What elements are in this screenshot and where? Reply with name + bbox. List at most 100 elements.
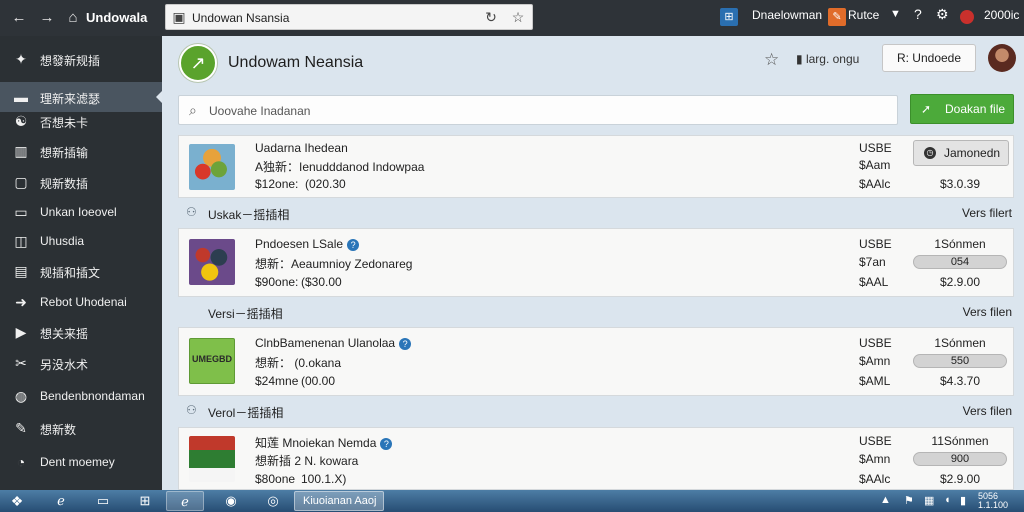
chevron-down-icon[interactable]: ▼ — [890, 8, 901, 20]
sidebar-item-13[interactable]: ◔ Dent moemey — [0, 447, 162, 477]
forward-icon[interactable]: → — [38, 9, 56, 27]
sidebar-label-7: 规插和插文 — [40, 266, 101, 280]
sidebar-item-6[interactable]: ◫ Uhusdia — [0, 226, 162, 256]
search-input[interactable]: ⌕ Uoovahe Inadanan — [178, 95, 898, 125]
item-total: $2.9.00 — [939, 275, 981, 289]
bookmark-star-icon[interactable]: ☆ — [509, 8, 527, 26]
list-item[interactable]: Uadarna Ihedean A独新：Ienudddanod Indowpaa… — [178, 135, 1014, 198]
item-stat-label: 11Sónmen — [931, 434, 989, 448]
item-quantity-pill[interactable]: 054 — [913, 255, 1007, 269]
item-meta-3: $AAlc — [859, 177, 891, 191]
item-price-value: (00.00 — [301, 374, 336, 388]
tray-power-icon[interactable]: ▮ — [960, 494, 966, 507]
reload-icon[interactable]: ↻ — [482, 8, 500, 26]
notification-icon[interactable] — [960, 10, 974, 24]
item-title-row: Pndoesen LSale? — [255, 237, 360, 251]
sidebar-label-13: Dent moemey — [40, 455, 115, 469]
help-icon[interactable]: ? — [914, 6, 922, 22]
item-meta-1: USBE — [859, 434, 892, 448]
item-quantity-pill[interactable]: 900 — [913, 452, 1007, 466]
favorite-star-icon[interactable]: ☆ — [764, 50, 779, 70]
section-link[interactable]: Vers filert — [962, 206, 1012, 220]
sidebar-item-5[interactable]: ▭ Unkan Ioeovel — [0, 197, 162, 227]
primary-action-label: Doakan file — [945, 102, 1006, 116]
tray-arrow-icon[interactable]: ▲ — [880, 494, 891, 506]
top-link-1[interactable]: Dnaelowman — [752, 8, 822, 22]
top-link-2[interactable]: Rutce — [848, 8, 879, 22]
home-icon[interactable]: ⌂ — [64, 9, 82, 27]
sidebar-item-11[interactable]: ◍ Bendenbnondaman — [0, 381, 162, 411]
main-content: ↗ Undowam Neansia ☆ ▮ larg. ongu R: Undo… — [162, 36, 1024, 490]
section-link[interactable]: Vers filen — [963, 305, 1012, 319]
avatar[interactable] — [988, 44, 1016, 72]
tray-flag-icon[interactable]: ⚑ — [904, 494, 914, 507]
info-icon[interactable]: ? — [399, 338, 412, 350]
item-subtitle: 想新：Aeaumnioy Zedonareg — [255, 257, 413, 271]
section-link[interactable]: Vers filen — [963, 404, 1012, 418]
browser-ie-icon[interactable]: ℯ — [42, 491, 80, 511]
sidebar-item-2[interactable]: ☯ 否想未卡 — [0, 106, 162, 136]
section-title: Uskak－摇插相 — [208, 208, 290, 222]
language-selector[interactable]: ▮ larg. ongu — [796, 52, 859, 66]
start-button-icon[interactable]: ❖ — [2, 491, 32, 511]
item-action-button[interactable]: ◷ Jamonedn — [913, 140, 1009, 166]
user-button[interactable]: R: Undoede — [882, 44, 976, 72]
item-title: Uadarna Ihedean — [255, 141, 348, 155]
item-total: $4.3.70 — [939, 374, 981, 388]
list-item[interactable]: UMEGBD ClnbBamenenan Ulanolaa? 想新： (0.ok… — [178, 327, 1014, 396]
edit-icon[interactable]: ✎ — [828, 8, 846, 26]
item-price-value: (020.30 — [305, 177, 346, 191]
app-red-icon[interactable]: ◎ — [254, 491, 292, 511]
sidebar-icon-3: ▥ — [14, 143, 28, 159]
sidebar-item-4[interactable]: ▢ 规新数插 — [0, 167, 162, 197]
sidebar-item-7[interactable]: ▤ 规插和插文 — [0, 256, 162, 286]
app-name: Undowala — [86, 10, 148, 25]
app-grid-icon[interactable]: ⊞ — [720, 8, 738, 26]
brand-logo-text: UMEGBD — [192, 354, 232, 364]
windows-icon[interactable]: ⊞ — [126, 491, 164, 511]
list-item[interactable]: 知莲 Mnoiekan Nemda? 想新插 2 N. kowara $80on… — [178, 427, 1014, 490]
list-item[interactable]: Pndoesen LSale? 想新：Aeaumnioy Zedonareg $… — [178, 228, 1014, 297]
item-action-label: Jamonedn — [944, 146, 1001, 160]
system-clock[interactable]: 5056 1.1.100 — [978, 492, 1008, 510]
sidebar-item-9[interactable]: ▶ 想关来摇 — [0, 317, 162, 347]
sidebar-icon-2: ☯ — [14, 113, 28, 129]
gear-icon[interactable]: ⚙ — [936, 6, 949, 23]
info-icon[interactable]: ? — [380, 438, 393, 450]
browser-ie-active-icon[interactable]: ℯ — [166, 491, 204, 511]
sidebar-item-0[interactable]: ✦ 想發新规插 — [0, 44, 162, 74]
item-title: ClnbBamenenan Ulanolaa — [255, 336, 396, 350]
back-icon[interactable]: ← — [10, 9, 28, 27]
item-meta-1: USBE — [859, 141, 892, 155]
sidebar-item-8[interactable]: ➜ Rebot Uhodenai — [0, 287, 162, 317]
item-meta-3: $AAL — [859, 275, 889, 289]
item-price-label: $24mne — [255, 374, 299, 388]
sidebar-item-12[interactable]: ✎ 想新数 — [0, 413, 162, 443]
launch-icon: ➚ — [921, 102, 932, 116]
address-bar[interactable]: ▣ Undowan Nsansia ↻ ☆ — [165, 4, 533, 30]
sidebar-icon-12: ✎ — [15, 420, 27, 436]
item-subtitle: A独新：Ienudddanod Indowpaa — [255, 160, 425, 174]
chrome-icon[interactable]: ◉ — [212, 491, 250, 511]
tray-volume-icon[interactable]: ◖ — [944, 494, 951, 506]
item-meta-3: $AAlc — [859, 472, 891, 486]
tray-network-icon[interactable]: ▦ — [924, 494, 934, 507]
active-task-button[interactable]: Kiuoianan Aaoj — [294, 491, 384, 511]
item-thumbnail — [189, 239, 235, 285]
sidebar-label-4: 规新数插 — [40, 177, 89, 191]
search-icon: ⌕ — [189, 102, 197, 118]
page-icon: ▣ — [172, 9, 186, 25]
item-stat-label: 1Sónmen — [934, 336, 986, 350]
sidebar-item-3[interactable]: ▥ 想新插输 — [0, 136, 162, 166]
item-subtitle: 想新： (0.okana — [255, 356, 342, 370]
primary-action-button[interactable]: ➚ Doakan file — [910, 94, 1014, 124]
item-meta-2: $Amn — [859, 452, 891, 466]
item-meta-2: $Amn — [859, 354, 891, 368]
section-title: Versi－摇插相 — [208, 307, 283, 321]
section-header: ⚇ Verol－摇插相 Vers filen — [178, 399, 1014, 423]
folder-icon[interactable]: ▭ — [84, 491, 122, 511]
clock-icon: ◷ — [924, 147, 936, 159]
item-quantity-pill[interactable]: 550 — [913, 354, 1007, 368]
sidebar-item-10[interactable]: ✂ 另没水术 — [0, 348, 162, 378]
info-icon[interactable]: ? — [347, 239, 360, 251]
